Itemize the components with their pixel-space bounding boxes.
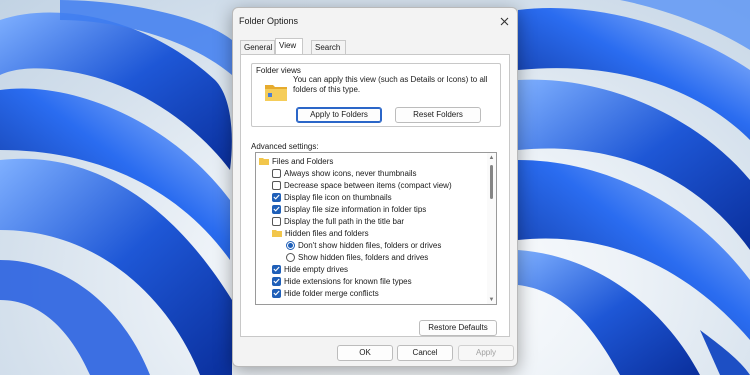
close-button[interactable]: [495, 12, 513, 30]
check-icon: [273, 194, 280, 200]
option-display-full-path[interactable]: Display the full path in the title bar: [256, 215, 488, 227]
view-tab-panel: Folder views You can apply this view (su…: [240, 54, 510, 337]
advanced-settings-label: Advanced settings:: [251, 142, 319, 151]
option-label: Display the full path in the title bar: [284, 216, 405, 226]
option-label: Hide extensions for known file types: [284, 276, 412, 286]
folder-options-dialog: Folder Options General View Search Folde…: [232, 7, 518, 367]
folder-views-group: Folder views You can apply this view (su…: [251, 63, 501, 127]
option-label: Hide empty drives: [284, 264, 349, 274]
tab-search[interactable]: Search: [311, 40, 346, 54]
checkbox-checked[interactable]: [272, 204, 281, 214]
option-display-file-size[interactable]: Display file size information in folder …: [256, 203, 488, 215]
option-always-show-icons[interactable]: Always show icons, never thumbnails: [256, 167, 488, 179]
apply-button[interactable]: Apply: [458, 345, 514, 361]
checkbox[interactable]: [272, 216, 281, 226]
cancel-button[interactable]: Cancel: [397, 345, 453, 361]
option-label: Decrease space between items (compact vi…: [284, 180, 452, 190]
check-icon: [273, 206, 280, 212]
scroll-up-icon[interactable]: ▲: [487, 153, 496, 162]
radio[interactable]: [286, 252, 295, 262]
tree-item-label: Hidden files and folders: [285, 228, 369, 238]
option-label: Don't show hidden files, folders or driv…: [298, 240, 442, 250]
option-decrease-space[interactable]: Decrease space between items (compact vi…: [256, 179, 488, 191]
advanced-settings-tree[interactable]: Files and Folders Always show icons, nev…: [255, 152, 497, 305]
folder-views-title: Folder views: [255, 66, 302, 75]
restore-defaults-button[interactable]: Restore Defaults: [419, 320, 497, 336]
option-hide-merge-conflicts[interactable]: Hide folder merge conflicts: [256, 287, 488, 299]
folder-views-description: You can apply this view (such as Details…: [293, 75, 488, 94]
scroll-down-icon[interactable]: ▼: [487, 295, 496, 304]
option-label: Display file icon on thumbnails: [284, 192, 392, 202]
tree-folder-files-and-folders[interactable]: Files and Folders: [256, 155, 488, 167]
option-hide-empty-drives[interactable]: Hide empty drives: [256, 263, 488, 275]
close-icon: [500, 17, 508, 25]
folder-icon: [265, 85, 287, 101]
checkbox-checked[interactable]: [272, 264, 281, 274]
check-icon: [273, 290, 280, 296]
folder-icon: [272, 230, 282, 237]
tree-folder-hidden-files[interactable]: Hidden files and folders: [256, 227, 488, 239]
checkbox[interactable]: [272, 168, 281, 178]
option-label: Hide folder merge conflicts: [284, 288, 379, 298]
check-icon: [273, 278, 280, 284]
option-label: Display file size information in folder …: [284, 204, 427, 214]
title-bar: Folder Options: [233, 8, 517, 34]
checkbox-checked[interactable]: [272, 276, 281, 286]
window-title: Folder Options: [239, 16, 299, 26]
folder-icon: [259, 158, 269, 165]
tree-item-label: Files and Folders: [272, 156, 334, 166]
vertical-scrollbar[interactable]: ▲ ▼: [487, 153, 496, 304]
check-icon: [273, 266, 280, 272]
checkbox-checked[interactable]: [272, 288, 281, 298]
option-hide-extensions[interactable]: Hide extensions for known file types: [256, 275, 488, 287]
option-show-hidden[interactable]: Show hidden files, folders and drives: [256, 251, 488, 263]
ok-button[interactable]: OK: [337, 345, 393, 361]
apply-to-folders-button[interactable]: Apply to Folders: [296, 107, 382, 123]
option-display-file-icon[interactable]: Display file icon on thumbnails: [256, 191, 488, 203]
tab-general[interactable]: General: [240, 40, 275, 54]
reset-folders-button[interactable]: Reset Folders: [395, 107, 481, 123]
option-dont-show-hidden[interactable]: Don't show hidden files, folders or driv…: [256, 239, 488, 251]
radio-selected[interactable]: [286, 240, 295, 250]
checkbox-checked[interactable]: [272, 192, 281, 202]
scroll-thumb[interactable]: [490, 165, 493, 199]
tab-view[interactable]: View: [275, 38, 303, 54]
checkbox[interactable]: [272, 180, 281, 190]
option-label: Always show icons, never thumbnails: [284, 168, 417, 178]
option-label: Show hidden files, folders and drives: [298, 252, 429, 262]
